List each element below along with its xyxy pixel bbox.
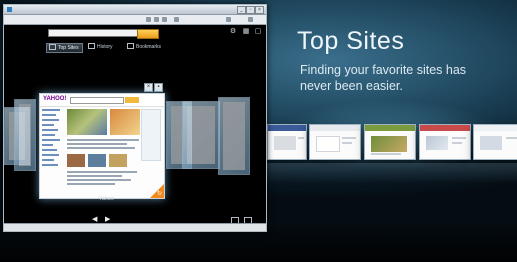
carousel-thumbnail[interactable]	[182, 101, 220, 169]
hero-tagline: Finding your favorite sites has never be…	[300, 63, 467, 93]
previous-arrow-icon[interactable]: ◀	[92, 216, 97, 223]
bookmark-icon[interactable]	[174, 17, 179, 22]
strip-thumbnail[interactable]	[309, 124, 361, 160]
toolbar	[4, 15, 266, 25]
tab-history[interactable]: History	[88, 43, 122, 51]
tab-label: Bookmarks	[136, 44, 162, 50]
book-icon	[127, 43, 134, 49]
clock-icon	[88, 43, 95, 49]
page-icon[interactable]: ▢	[254, 28, 262, 36]
featured-thumbnail[interactable]: YAHOO! ↻	[39, 93, 165, 199]
tab-top-sites[interactable]: Top Sites	[46, 43, 83, 53]
top-sites-page: ⚙ ▦ ▢ Top Sites History Bookmarks × ▪ YA…	[4, 25, 266, 231]
strip-thumbnail[interactable]	[419, 124, 471, 160]
minimize-button[interactable]: _	[237, 6, 246, 14]
tab-label: History	[97, 44, 113, 50]
page-menu-icon[interactable]	[226, 17, 231, 22]
strip-thumbnail[interactable]	[267, 124, 307, 160]
tab-bookmarks[interactable]: Bookmarks	[127, 43, 167, 51]
title-bar: _ ▫ ×	[4, 5, 266, 15]
strip-thumbnail[interactable]	[473, 124, 517, 160]
maximize-button[interactable]: ▫	[246, 6, 255, 14]
next-arrow-icon[interactable]: ▶	[105, 216, 110, 223]
thumbnail-carousel: × ▪ YAHOO! ↻ Yahoo!	[4, 65, 266, 202]
refresh-icon: ↻	[156, 191, 162, 197]
tab-label: Top Sites	[58, 45, 79, 51]
status-bar	[4, 223, 266, 231]
thumbnail-strip	[267, 124, 517, 160]
close-thumbnail-button[interactable]: ×	[144, 83, 153, 92]
browser-logo-icon	[7, 7, 12, 12]
search-button[interactable]	[137, 29, 159, 39]
forward-icon[interactable]	[154, 17, 159, 22]
carousel-thumbnail[interactable]	[14, 99, 36, 171]
settings-icon[interactable]: ⚙	[229, 28, 237, 36]
thumbnail-label: Yahoo!	[99, 196, 115, 202]
pin-thumbnail-button[interactable]: ▪	[154, 83, 163, 92]
reload-icon[interactable]	[162, 17, 167, 22]
strip-thumbnail[interactable]	[364, 124, 416, 160]
grid-icon[interactable]: ▦	[242, 28, 250, 36]
back-icon[interactable]	[146, 17, 151, 22]
hero-title: Top Sites	[297, 27, 405, 55]
browser-window: _ ▫ × ⚙ ▦ ▢ Top Sites History Bookmarks	[3, 4, 267, 232]
close-button[interactable]: ×	[255, 6, 264, 14]
site-logo: YAHOO!	[43, 96, 67, 102]
settings-icon[interactable]	[248, 17, 253, 22]
carousel-thumbnail[interactable]	[218, 97, 250, 175]
strip-reflection	[267, 163, 517, 183]
grid-icon	[49, 44, 56, 50]
